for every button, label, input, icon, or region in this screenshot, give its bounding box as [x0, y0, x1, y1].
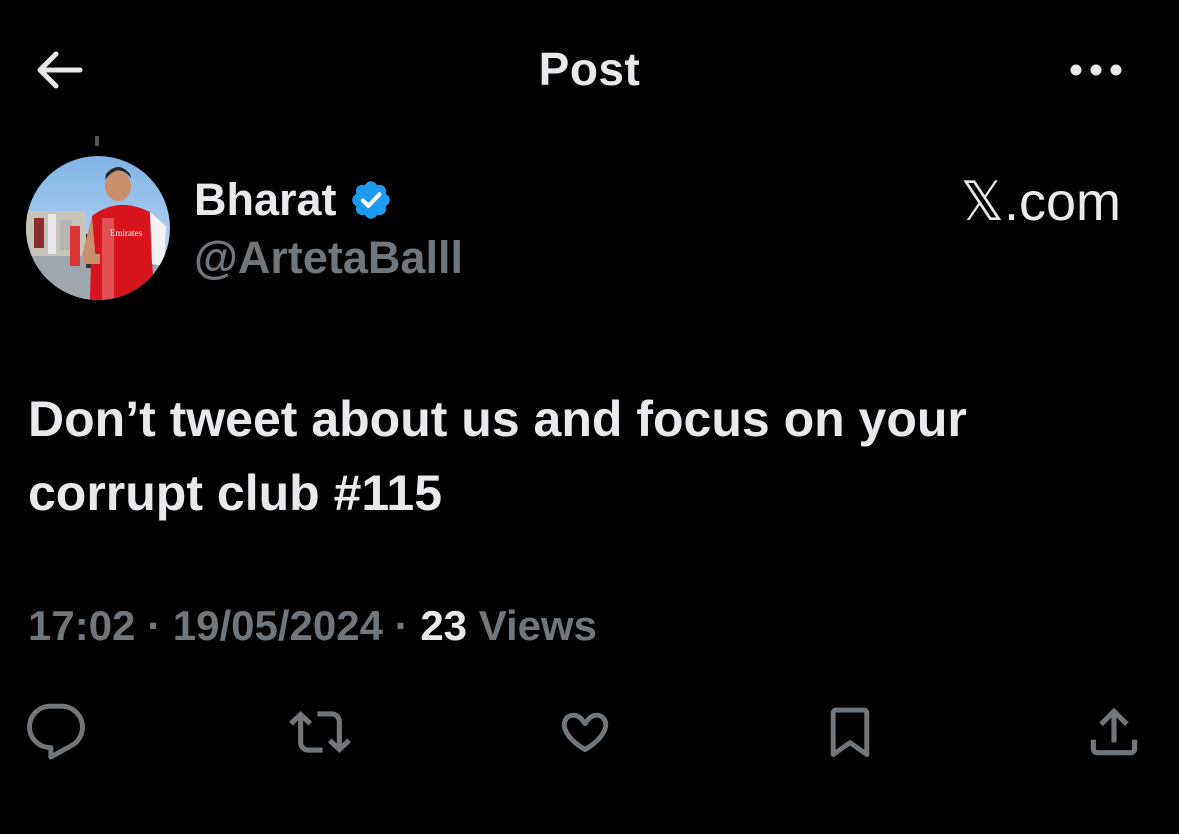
post-time[interactable]: 17:02	[28, 602, 135, 649]
repost-button[interactable]	[288, 700, 352, 764]
post-text: Don’t tweet about us and focus on your c…	[28, 391, 967, 521]
like-button[interactable]	[553, 700, 617, 764]
reply-icon	[27, 703, 85, 760]
author-name-row: Bharat	[194, 174, 393, 226]
bookmark-button[interactable]	[818, 700, 882, 764]
verified-badge-icon[interactable]	[349, 178, 393, 222]
avatar-photo: Emirates	[26, 156, 170, 300]
meta-separator: ·	[147, 602, 162, 649]
author-name[interactable]: Bharat	[194, 174, 337, 226]
meta-separator: ·	[394, 602, 409, 649]
post-date[interactable]: 19/05/2024	[173, 602, 383, 649]
avatar[interactable]: Emirates	[26, 156, 170, 300]
author-handle[interactable]: @ArtetaBalll	[194, 232, 463, 284]
svg-text:Emirates: Emirates	[110, 228, 142, 238]
share-button[interactable]	[1082, 700, 1146, 764]
page-title: Post	[538, 43, 641, 95]
top-bar: Post	[0, 0, 1179, 140]
thread-connector	[95, 136, 99, 146]
views-count[interactable]: 23	[420, 602, 467, 649]
post-meta: 17:02 · 19/05/2024 · 23 Views	[28, 602, 597, 650]
repost-icon	[289, 711, 351, 753]
more-options-button[interactable]	[1060, 50, 1132, 90]
views-label[interactable]: Views	[479, 602, 597, 649]
share-icon	[1090, 707, 1138, 756]
source-label: 𝕏.com	[960, 172, 1121, 232]
bookmark-icon	[830, 707, 870, 757]
more-horizontal-icon	[1070, 64, 1122, 76]
heart-icon	[561, 712, 609, 753]
reply-button[interactable]	[24, 700, 88, 764]
